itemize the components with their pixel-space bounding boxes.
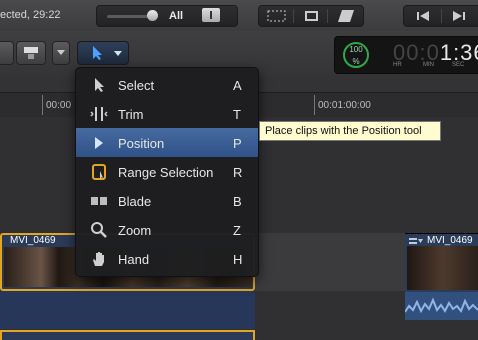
ruler-label: 00:00	[46, 100, 72, 111]
volume-slider-track[interactable]	[107, 15, 152, 18]
crop-icon[interactable]	[303, 9, 321, 23]
volume-label: All	[169, 10, 184, 22]
timeline-gap	[255, 233, 405, 291]
meter-icon[interactable]	[202, 8, 220, 22]
clip-filmstrip	[407, 246, 478, 290]
timecode-display: 100% 00:01:36 HR MIN SEC	[334, 36, 478, 74]
clip-title: MVI_0469	[10, 235, 56, 246]
video-clip[interactable]	[0, 330, 255, 340]
edit-dropdown-button[interactable]	[52, 41, 70, 65]
shortcut-key: H	[233, 252, 243, 267]
menu-item-blade[interactable]: Blade B	[76, 186, 258, 215]
magnifier-icon	[91, 222, 107, 238]
menu-item-label: Hand	[118, 252, 150, 267]
ruler-label: 00:01:00:00	[318, 100, 371, 111]
range-selection-icon	[92, 164, 106, 180]
menu-item-label: Select	[118, 78, 155, 93]
menu-item-label: Position	[118, 136, 165, 151]
menu-item-range-selection[interactable]: Range Selection R	[76, 157, 258, 186]
percent-indicator: 100%	[343, 42, 369, 68]
audio-waveform	[405, 292, 478, 320]
menu-item-label: Zoom	[118, 223, 152, 238]
clip-title: MVI_0469	[427, 235, 473, 246]
timecode-digits: 00:01:36	[393, 40, 478, 65]
hand-icon	[93, 252, 104, 266]
shortcut-key: A	[233, 78, 242, 93]
tool-menu: Select A Trim T Position P Range Selecti…	[75, 67, 259, 277]
sec-label: SEC	[452, 62, 465, 68]
shortcut-key: R	[233, 165, 243, 180]
append-clip-button[interactable]	[16, 41, 46, 65]
menu-item-select[interactable]: Select A	[76, 70, 258, 99]
video-clip[interactable]: MVI_0469	[405, 233, 478, 320]
trim-icon	[90, 107, 108, 121]
distort-icon[interactable]	[337, 9, 355, 23]
min-label: MIN	[423, 62, 434, 68]
tool-selector-button[interactable]	[77, 41, 129, 65]
shortcut-key: P	[233, 136, 242, 151]
blade-icon	[91, 194, 107, 208]
shortcut-key: T	[233, 107, 241, 122]
volume-slider-knob[interactable]	[147, 10, 158, 21]
append-icon	[24, 47, 38, 59]
menu-item-label: Trim	[118, 107, 144, 122]
previous-icon[interactable]	[414, 9, 434, 23]
clip-menu-icon[interactable]	[408, 236, 424, 246]
shortcut-key: B	[233, 194, 242, 209]
arrow-pointer-icon	[93, 46, 102, 60]
menu-item-trim[interactable]: Trim T	[76, 99, 258, 128]
view-controls	[258, 5, 364, 27]
volume-control: All	[96, 5, 238, 27]
chevron-down-icon	[57, 50, 65, 55]
audio-lane	[0, 291, 255, 329]
position-icon	[95, 137, 103, 149]
arrow-pointer-icon	[95, 78, 104, 92]
status-text: ected, 29:22	[0, 9, 61, 21]
menu-item-label: Blade	[118, 194, 152, 209]
menu-item-zoom[interactable]: Zoom Z	[76, 215, 258, 244]
tooltip: Place clips with the Position tool	[259, 121, 441, 141]
frame-icon[interactable]	[267, 9, 287, 23]
menu-item-label: Range Selection	[118, 165, 214, 180]
menu-item-position[interactable]: Position P	[76, 128, 258, 157]
menu-item-hand[interactable]: Hand H	[76, 244, 258, 273]
connect-clip-button[interactable]	[0, 41, 14, 65]
chevron-down-icon	[114, 51, 122, 56]
hr-label: HR	[393, 62, 402, 68]
next-icon[interactable]	[448, 9, 468, 23]
shortcut-key: Z	[233, 223, 241, 238]
playback-nav	[403, 5, 478, 27]
